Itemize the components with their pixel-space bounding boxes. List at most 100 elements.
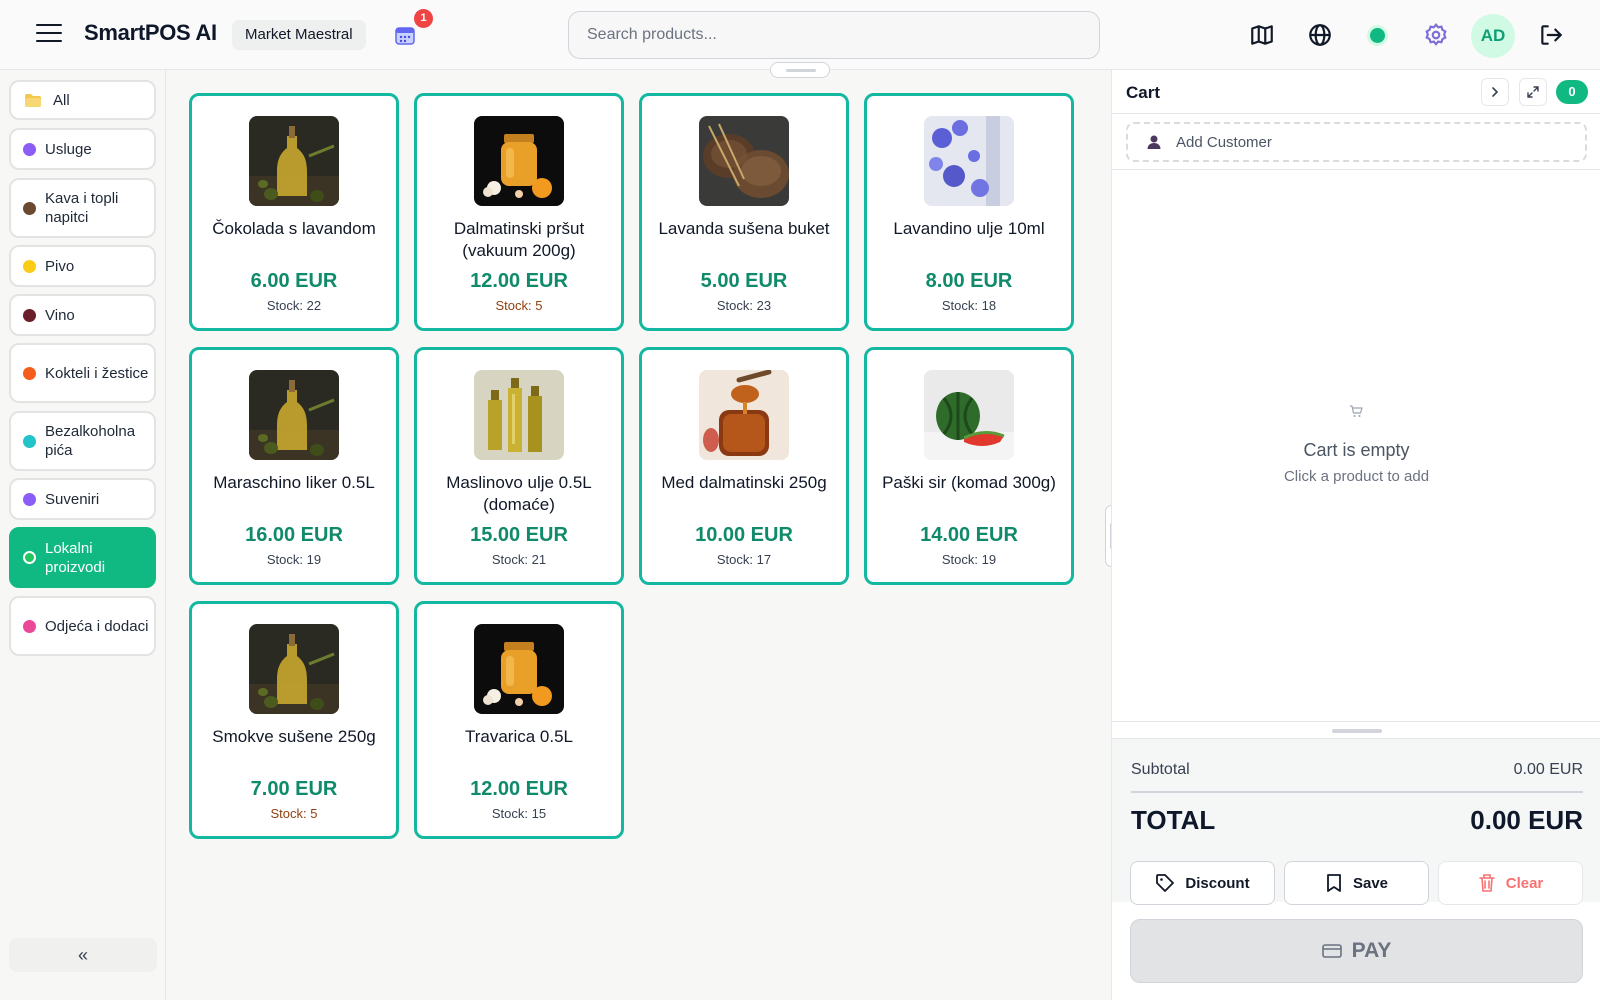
cart-header: Cart 0 — [1112, 70, 1600, 114]
user-avatar[interactable]: AD — [1471, 14, 1515, 58]
category-label: Kokteli i žestice — [45, 364, 149, 382]
product-stock: Stock: 15 — [491, 806, 547, 821]
category-color-dot — [23, 619, 36, 633]
product-price: 12.00 EUR — [470, 778, 568, 800]
category-all[interactable]: All — [9, 80, 156, 120]
save-button[interactable]: Save — [1284, 861, 1429, 905]
expand-icon — [1527, 86, 1539, 98]
product-card[interactable]: Travarica 0.5L 12.00 EUR Stock: 15 — [414, 601, 624, 839]
category-color-dot — [23, 308, 36, 322]
category-label: Odjeća i dodaci — [45, 617, 149, 635]
product-price: 12.00 EUR — [470, 270, 568, 292]
pay-button[interactable]: PAY — [1130, 919, 1583, 983]
menu-icon[interactable] — [36, 24, 62, 44]
category-kokteli[interactable]: Kokteli i žestice — [9, 343, 156, 403]
product-card[interactable]: Lavandino ulje 10ml 8.00 EUR Stock: 18 — [864, 93, 1074, 331]
collapse-cart-button[interactable] — [1481, 78, 1509, 106]
category-label: Usluge — [45, 140, 92, 158]
product-stock: Stock: 5 — [270, 806, 318, 821]
category-color-dot — [23, 142, 36, 156]
product-image-honey-jar — [474, 624, 564, 714]
product-price: 10.00 EUR — [695, 524, 793, 546]
product-card[interactable]: Čokolada s lavandom 6.00 EUR Stock: 22 — [189, 93, 399, 331]
pay-label: PAY — [1351, 939, 1392, 962]
category-bezalkoholna[interactable]: Bezalkoholna pića — [9, 411, 156, 471]
product-name: Maraschino liker 0.5L — [213, 473, 375, 492]
category-vino[interactable]: Vino — [9, 294, 156, 336]
category-color-dot — [23, 201, 36, 215]
category-pivo[interactable]: Pivo — [9, 245, 156, 287]
category-sidebar: All Usluge Kava i topli napitci Pivo Vin… — [0, 70, 166, 1000]
product-price: 14.00 EUR — [920, 524, 1018, 546]
product-name: Maslinovo ulje 0.5L (domaće) — [446, 473, 592, 514]
product-card[interactable]: Maslinovo ulje 0.5L (domaće) 15.00 EUR S… — [414, 347, 624, 585]
category-label: Lokalni proizvodi — [45, 539, 106, 576]
product-price: 16.00 EUR — [245, 524, 343, 546]
product-stock: Stock: 21 — [491, 552, 547, 567]
clear-cart-button[interactable]: Clear — [1438, 861, 1583, 905]
calendar-badge: 1 — [414, 9, 433, 28]
collapse-sidebar-button[interactable]: « — [9, 938, 157, 972]
category-label: Pivo — [45, 257, 75, 275]
category-label: All — [53, 91, 70, 109]
gear-icon[interactable] — [1423, 22, 1449, 48]
product-price: 15.00 EUR — [470, 524, 568, 546]
category-color-dot — [23, 492, 36, 506]
add-customer-label: Add Customer — [1176, 133, 1272, 151]
product-stock: Stock: 22 — [266, 298, 322, 313]
expand-cart-button[interactable] — [1519, 78, 1547, 106]
discount-label: Discount — [1185, 874, 1250, 892]
product-image-olive-oil — [249, 116, 339, 206]
category-label: Vino — [45, 306, 75, 324]
product-card[interactable]: Paški sir (komad 300g) 14.00 EUR Stock: … — [864, 347, 1074, 585]
search-input[interactable] — [568, 11, 1100, 59]
product-image-olive-oil — [249, 370, 339, 460]
store-badge[interactable]: Market Maestral — [232, 20, 366, 50]
category-label: Bezalkoholna pića — [45, 423, 136, 459]
product-card[interactable]: Maraschino liker 0.5L 16.00 EUR Stock: 1… — [189, 347, 399, 585]
subtotal-value: 0.00 EUR — [1513, 761, 1583, 778]
cart-resize-handle[interactable] — [1332, 729, 1382, 733]
map-icon[interactable] — [1249, 22, 1275, 48]
add-customer-button[interactable]: Add Customer — [1126, 122, 1587, 162]
product-price: 5.00 EUR — [700, 270, 788, 292]
product-card[interactable]: Lavanda sušena buket 5.00 EUR Stock: 23 — [639, 93, 849, 331]
total-label: TOTAL — [1131, 805, 1216, 835]
category-suveniri[interactable]: Suveniri — [9, 478, 156, 520]
category-lokalni[interactable]: Lokalni proizvodi — [9, 527, 156, 588]
product-image-olive-oil — [249, 624, 339, 714]
category-color-dot — [23, 366, 36, 380]
product-card[interactable]: Dalmatinski pršut (vakuum 200g) 12.00 EU… — [414, 93, 624, 331]
cart-title: Cart — [1126, 83, 1161, 102]
product-image-bread — [699, 116, 789, 206]
globe-icon[interactable] — [1307, 22, 1333, 48]
product-stock: Stock: 23 — [716, 298, 772, 313]
product-stock: Stock: 19 — [266, 552, 322, 567]
product-name: Čokolada s lavandom — [212, 219, 376, 238]
category-color-dot — [23, 551, 36, 564]
category-odjeca[interactable]: Odjeća i dodaci — [9, 596, 156, 656]
product-image-watermelon — [924, 370, 1014, 460]
cart-item-count: 0 — [1556, 80, 1588, 104]
product-name: Lavanda sušena buket — [658, 219, 830, 238]
tag-icon — [1156, 874, 1175, 892]
subtotal-label: Subtotal — [1131, 761, 1190, 778]
category-usluge[interactable]: Usluge — [9, 128, 156, 170]
logout-icon[interactable] — [1538, 22, 1564, 48]
product-card[interactable]: Med dalmatinski 250g 10.00 EUR Stock: 17 — [639, 347, 849, 585]
product-stock: Stock: 17 — [716, 552, 772, 567]
category-label: Suveniri — [45, 490, 100, 508]
divider — [1131, 791, 1583, 793]
discount-button[interactable]: Discount — [1130, 861, 1275, 905]
product-name: Med dalmatinski 250g — [661, 473, 827, 492]
product-image-honey-spoon — [699, 370, 789, 460]
bookmark-icon — [1327, 874, 1341, 892]
product-stock: Stock: 5 — [495, 298, 543, 313]
product-stock: Stock: 19 — [941, 552, 997, 567]
save-label: Save — [1352, 874, 1389, 892]
connection-status-indicator — [1370, 28, 1385, 43]
category-kava[interactable]: Kava i topli napitci — [9, 178, 156, 238]
product-card[interactable]: Smokve sušene 250g 7.00 EUR Stock: 5 — [189, 601, 399, 839]
calendar-icon[interactable] — [394, 24, 416, 46]
top-resize-handle[interactable] — [770, 62, 830, 78]
